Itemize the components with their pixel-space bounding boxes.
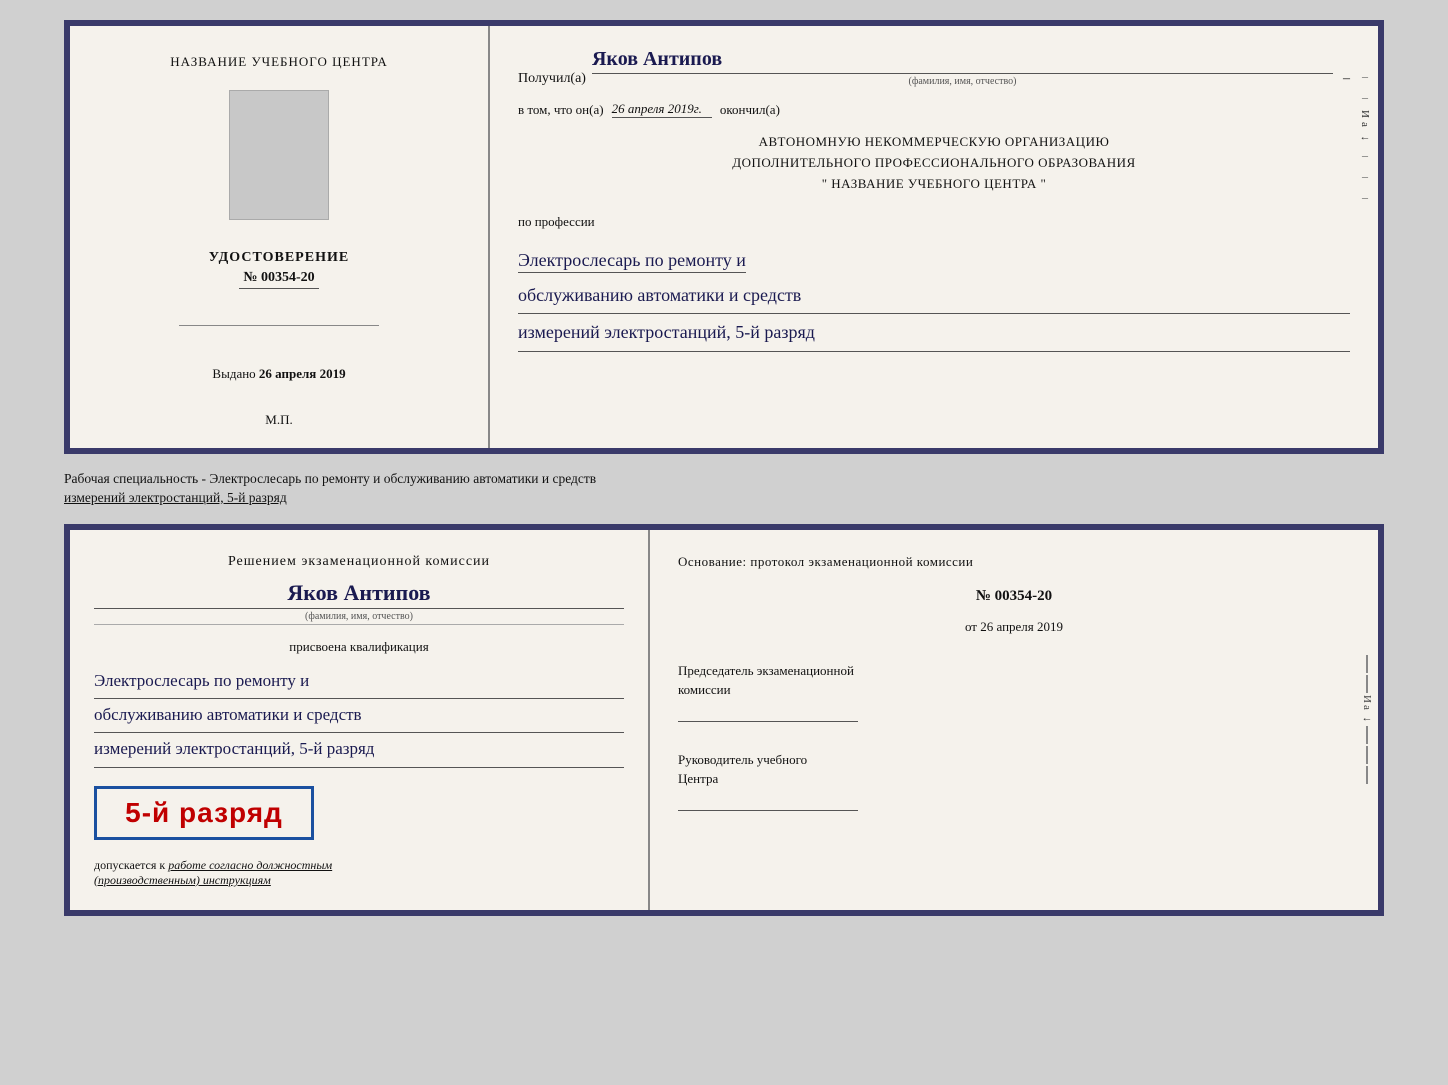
top-document: НАЗВАНИЕ УЧЕБНОГО ЦЕНТРА УДОСТОВЕРЕНИЕ №… [64,20,1384,454]
udostoverenie-number: № 00354-20 [239,270,318,289]
deco-dash-1: – [1362,69,1368,84]
deco-bar-1 [1366,655,1368,673]
rukov-signature-line [678,793,858,811]
decision-title: Решением экзаменационной комиссии [94,554,624,570]
middle-line1: Рабочая специальность - Электрослесарь п… [64,470,1384,489]
chairman-signature-line [678,704,858,722]
vtom-line: в том, что он(а) 26 апреля 2019г. окончи… [518,101,1350,118]
deco-dash-2: – [1362,90,1368,105]
poluchil-label: Получил(а) [518,71,586,87]
qual-line1: Электрослесарь по ремонту и [94,665,624,699]
deco-arrow: ← [1360,131,1371,143]
udostoverenie-title: УДОСТОВЕРЕНИЕ [209,250,349,266]
ot-date: от 26 апреля 2019 [678,619,1350,635]
deco-char-a: а [1359,122,1371,127]
middle-text-block: Рабочая специальность - Электрослесарь п… [64,470,1384,508]
vydano-date: 26 апреля 2019 [259,366,346,381]
org-block: АВТОНОМНУЮ НЕКОММЕРЧЕСКУЮ ОРГАНИЗАЦИЮ ДО… [518,132,1350,194]
deco-bar-3 [1366,726,1368,744]
deco-char-i2: И [1361,695,1373,703]
deco-dash-4: – [1362,169,1368,184]
top-doc-left: НАЗВАНИЕ УЧЕБНОГО ЦЕНТРА УДОСТОВЕРЕНИЕ №… [70,26,490,448]
rukov-block: Руководитель учебного Центра [678,750,1350,811]
profession-line1: Электрослесарь по ремонту и [518,250,746,273]
bottom-document: Решением экзаменационной комиссии Яков А… [64,524,1384,916]
bottom-name-block: Яков Антипов (фамилия, имя, отчество) [94,580,624,625]
org-line1: АВТОНОМНУЮ НЕКОММЕРЧЕСКУЮ ОРГАНИЗАЦИЮ [518,132,1350,153]
deco-char-i: И [1359,110,1371,118]
top-right-decoration: – – И а ← – – – [1356,26,1374,448]
org-line2: ДОПОЛНИТЕЛЬНОГО ПРОФЕССИОНАЛЬНОГО ОБРАЗО… [518,153,1350,174]
org-line3: " НАЗВАНИЕ УЧЕБНОГО ЦЕНТРА " [518,174,1350,195]
received-line: Получил(а) Яков Антипов (фамилия, имя, о… [518,48,1350,87]
dopuskaetsya-line: допускается к работе согласно должностны… [94,858,624,888]
poluchil-name: Яков Антипов [592,48,1333,74]
prisvoena-line: присвоена квалификация [94,639,624,655]
razryad-text: 5-й разряд [111,797,297,829]
vtom-suffix: окончил(а) [720,102,780,118]
deco-dash-5: – [1362,190,1368,205]
dopuskaetsya-italic1: работе согласно должностным [168,858,332,872]
po-professii: по профессии [518,214,1350,230]
qual-block: Электрослесарь по ремонту и обслуживанию… [94,665,624,768]
chairman-line1: Председатель экзаменационной [678,661,1350,681]
profession-line3: измерений электростанций, 5-й разряд [518,316,1350,351]
profession-line2: обслуживанию автоматики и средств [518,279,1350,314]
razryad-box: 5-й разряд [94,786,314,840]
deco-bar-5 [1366,766,1368,784]
profession-block: Электрослесарь по ремонту и обслуживанию… [518,244,1350,351]
issue-line: Выдано 26 апреля 2019 [212,366,345,382]
protocol-number: № 00354-20 [678,588,1350,605]
deco-dash-3: – [1362,148,1368,163]
ot-date-value: 26 апреля 2019 [980,619,1063,634]
rukov-line2: Центра [678,769,1350,789]
deco-bar-4 [1366,746,1368,764]
deco-arrow2: ← [1362,712,1373,724]
bottom-doc-left: Решением экзаменационной комиссии Яков А… [70,530,650,910]
udostoverenie-block: УДОСТОВЕРЕНИЕ № 00354-20 [209,250,349,289]
bottom-doc-right: Основание: протокол экзаменационной коми… [650,530,1378,910]
chairman-block: Председатель экзаменационной комиссии [678,661,1350,722]
mp-label: М.П. [265,402,292,428]
dopuskaetsya-italic2: (производственным) инструкциям [94,873,271,887]
top-doc-right: Получил(а) Яков Антипов (фамилия, имя, о… [490,26,1378,448]
chairman-line2: комиссии [678,680,1350,700]
vydano-label: Выдано [212,366,255,381]
cert-photo [229,90,329,220]
ot-label: от [965,619,977,634]
dopuskaetsya-prefix: допускается к [94,858,165,872]
fio-subtitle: (фамилия, имя, отчество) [592,76,1333,87]
rukov-line1: Руководитель учебного [678,750,1350,770]
osnovaniye-title: Основание: протокол экзаменационной коми… [678,554,1350,570]
vtom-date: 26 апреля 2019г. [612,101,712,118]
middle-line2: измерений электростанций, 5-й разряд [64,489,1384,508]
top-left-title: НАЗВАНИЕ УЧЕБНОГО ЦЕНТРА [170,54,387,70]
qual-line3: измерений электростанций, 5-й разряд [94,733,624,767]
bottom-right-decoration: И а ← [1356,530,1378,910]
vtom-prefix: в том, что он(а) [518,102,604,118]
bottom-fio-label: (фамилия, имя, отчество) [94,611,624,625]
bottom-name: Яков Антипов [94,580,624,609]
deco-bar-2 [1366,675,1368,693]
qual-line2: обслуживанию автоматики и средств [94,699,624,733]
deco-char-a2: а [1361,705,1373,710]
